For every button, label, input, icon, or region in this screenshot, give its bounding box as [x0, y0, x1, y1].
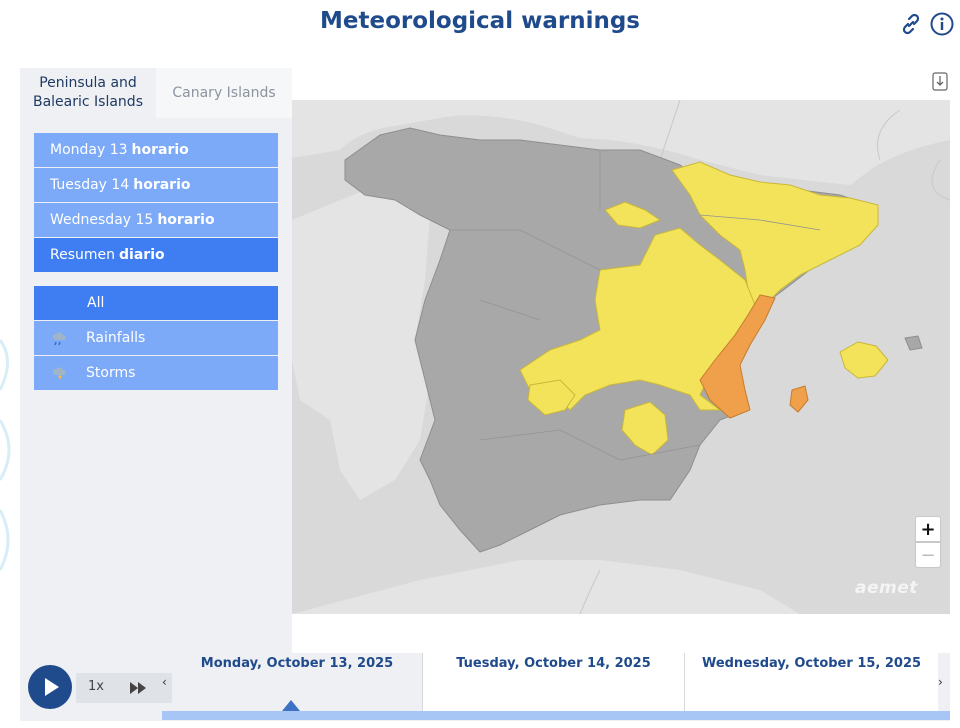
warnings-map[interactable] — [292, 100, 950, 614]
warning-zone-yellow-mallorca — [839, 341, 889, 379]
day-item-label: Resumen — [50, 247, 116, 263]
page-title: Meteorological warnings — [319, 8, 640, 34]
info-icon[interactable] — [929, 11, 955, 37]
warnings-sidebar: Peninsula and Balearic Islands Canary Is… — [20, 68, 292, 656]
portugal-land — [292, 190, 430, 500]
day-item-monday[interactable]: Monday 13 horario — [34, 133, 278, 167]
phenomenon-filter-list: All Rainfalls Storms — [34, 286, 278, 391]
timeline-day-2[interactable]: Tuesday, October 14, 2025 — [422, 653, 684, 711]
filter-all[interactable]: All — [34, 286, 278, 320]
filter-label: Storms — [86, 365, 136, 381]
link-icon[interactable] — [898, 11, 924, 37]
day-item-daily-summary[interactable]: Resumen diario — [34, 238, 278, 272]
timeline-prev-arrow[interactable]: ‹ — [162, 675, 167, 689]
filter-label: All — [87, 295, 105, 311]
day-item-label: Monday 13 — [50, 142, 128, 158]
day-item-label: Wednesday 15 — [50, 212, 154, 228]
play-button[interactable] — [28, 665, 72, 709]
day-item-label: Tuesday 14 — [50, 177, 130, 193]
playback-speed-control[interactable]: 1x — [76, 673, 172, 703]
timeline-progress-track[interactable] — [162, 711, 950, 720]
day-list: Monday 13 horario Tuesday 14 horario Wedne… — [34, 133, 278, 273]
filter-label: Rainfalls — [86, 330, 146, 346]
day-item-suffix: horario — [131, 142, 189, 158]
play-icon — [45, 678, 59, 696]
storm-icon — [50, 365, 70, 381]
background-decoration — [0, 339, 11, 571]
day-item-tuesday[interactable]: Tuesday 14 horario — [34, 168, 278, 202]
filter-storms[interactable]: Storms — [34, 356, 278, 390]
fast-forward-icon[interactable] — [128, 679, 148, 697]
filter-rainfalls[interactable]: Rainfalls — [34, 321, 278, 355]
timeline-day-3[interactable]: Wednesday, October 15, 2025 — [684, 653, 938, 711]
map-canvas — [292, 100, 950, 614]
zoom-out-button[interactable]: − — [915, 542, 941, 568]
timeline-position-marker[interactable] — [282, 699, 300, 711]
tab-canary-islands[interactable]: Canary Islands — [156, 68, 292, 118]
day-item-wednesday[interactable]: Wednesday 15 horario — [34, 203, 278, 237]
day-item-suffix: diario — [119, 247, 165, 263]
rain-icon — [50, 330, 70, 346]
day-item-suffix: horario — [157, 212, 215, 228]
tab-peninsula-balearic[interactable]: Peninsula and Balearic Islands — [20, 68, 156, 118]
timeline-next-arrow[interactable]: › — [938, 675, 943, 689]
zoom-in-button[interactable]: + — [915, 516, 941, 542]
speed-label: 1x — [88, 679, 104, 694]
download-icon[interactable] — [932, 72, 948, 91]
day-item-suffix: horario — [133, 177, 191, 193]
menorca-island — [904, 335, 923, 351]
map-toolbar — [292, 68, 950, 100]
africa-land — [292, 560, 800, 614]
app-root: Meteorological warnings Peninsula and Ba… — [0, 0, 960, 728]
timeline-bar: 1x ‹ Monday, October 13, 2025 Tuesday, O… — [20, 653, 950, 721]
aemet-watermark-logo: aemet — [855, 578, 918, 598]
warning-zone-orange-ibiza — [789, 385, 809, 413]
